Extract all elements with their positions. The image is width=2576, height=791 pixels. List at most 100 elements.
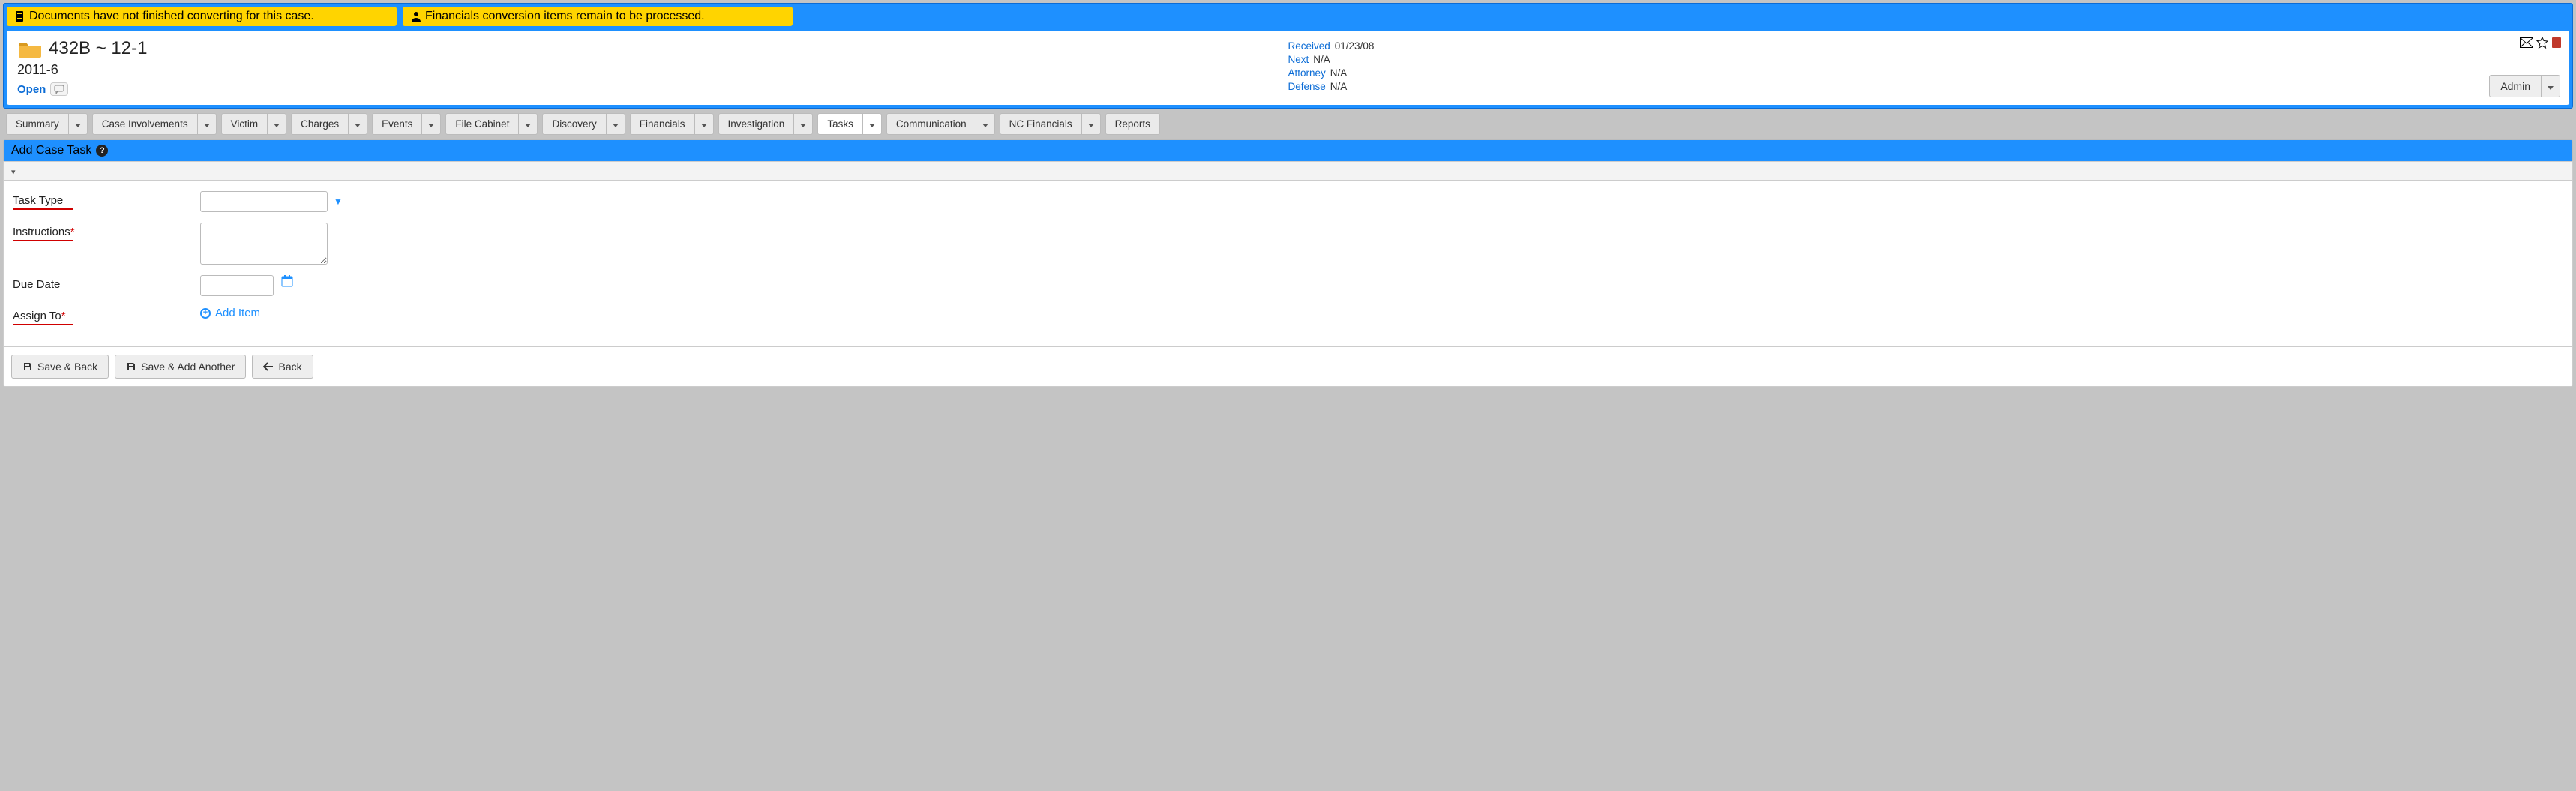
save-icon [22,361,33,372]
due-date-input[interactable] [200,275,274,296]
tab-tasks-label[interactable]: Tasks [817,113,863,135]
form-area: Task Type ▼ Instructions* Due Date Assig… [3,181,2573,347]
tab-tasks[interactable]: Tasks [817,113,882,135]
tab-involvements-label[interactable]: Case Involvements [92,113,198,135]
meta-received-label[interactable]: Received [1288,40,1330,52]
tab-discovery-label[interactable]: Discovery [542,113,606,135]
chevron-down-icon [525,124,531,127]
instructions-textarea[interactable] [200,223,328,265]
section-header: Add Case Task ? [3,139,2573,161]
add-item-link[interactable]: + Add Item [200,307,260,319]
tab-communication-caret[interactable] [976,113,995,135]
tab-ncfinancials-label[interactable]: NC Financials [1000,113,1082,135]
tab-involvements[interactable]: Case Involvements [92,113,217,135]
chevron-down-icon [982,124,988,127]
back-label: Back [278,361,301,373]
calendar-icon[interactable] [281,275,293,289]
tab-discovery[interactable]: Discovery [542,113,625,135]
alert-financials: Financials conversion items remain to be… [403,7,793,26]
tab-ncfinancials[interactable]: NC Financials [1000,113,1101,135]
chevron-down-icon [869,124,875,127]
save-back-button[interactable]: Save & Back [11,355,109,379]
tab-communication-label[interactable]: Communication [886,113,976,135]
mail-icon[interactable] [2520,37,2533,48]
tab-charges-caret[interactable] [349,113,367,135]
admin-button-caret[interactable] [2542,75,2560,97]
collapse-bar[interactable]: ▾ [3,161,2573,181]
label-task-type: Task Type [13,191,200,207]
tab-charges[interactable]: Charges [291,113,367,135]
case-header-card: 432B ~ 12-1 2011-6 Open Received01/23/08… [7,31,2569,105]
meta-attorney-val: N/A [1330,67,1348,79]
tab-victim[interactable]: Victim [221,113,287,135]
tab-investigation[interactable]: Investigation [718,113,814,135]
meta-next-val: N/A [1313,54,1330,65]
tab-summary[interactable]: Summary [6,113,88,135]
alert-financials-text: Financials conversion items remain to be… [425,10,705,23]
chevron-down-icon [800,124,806,127]
add-item-label: Add Item [215,307,260,319]
tab-investigation-label[interactable]: Investigation [718,113,795,135]
tab-filecabinet-label[interactable]: File Cabinet [445,113,519,135]
meta-next-label[interactable]: Next [1288,54,1309,65]
document-icon [14,10,26,22]
tab-filecabinet-caret[interactable] [519,113,538,135]
tab-financials-label[interactable]: Financials [630,113,695,135]
book-icon[interactable] [2551,37,2562,49]
tab-events-caret[interactable] [422,113,441,135]
tab-events-label[interactable]: Events [372,113,422,135]
save-add-label: Save & Add Another [141,361,235,373]
tab-ncfinancials-caret[interactable] [1082,113,1101,135]
admin-button[interactable]: Admin [2489,75,2560,97]
tab-summary-caret[interactable] [69,113,88,135]
chevron-down-icon [701,124,707,127]
chevron-down-icon [428,124,434,127]
chevron-down-icon [204,124,210,127]
case-status[interactable]: Open [17,83,46,96]
task-type-caret[interactable]: ▼ [334,196,343,207]
tab-reports[interactable]: Reports [1105,113,1160,135]
chevron-down-icon [355,124,361,127]
tab-communication[interactable]: Communication [886,113,995,135]
admin-button-label[interactable]: Admin [2489,75,2542,97]
chevron-down-icon [274,124,280,127]
tab-bar: Summary Case Involvements Victim Charges… [3,109,2573,139]
task-type-select[interactable] [200,191,328,212]
button-row: Save & Back Save & Add Another Back [3,347,2573,387]
tab-summary-label[interactable]: Summary [6,113,69,135]
tab-discovery-caret[interactable] [607,113,625,135]
help-icon[interactable]: ? [96,145,108,157]
tab-financials-caret[interactable] [695,113,714,135]
save-back-label: Save & Back [37,361,97,373]
tab-financials[interactable]: Financials [630,113,714,135]
tab-filecabinet[interactable]: File Cabinet [445,113,538,135]
tab-victim-label[interactable]: Victim [221,113,268,135]
alert-documents-text: Documents have not finished converting f… [29,10,314,23]
back-button[interactable]: Back [252,355,313,379]
case-status-badge[interactable] [50,82,68,96]
chat-icon [54,85,64,94]
tab-tasks-caret[interactable] [863,113,882,135]
meta-received-val: 01/23/08 [1335,40,1375,52]
chevron-down-icon: ▾ [11,167,16,177]
chevron-down-icon [75,124,81,127]
save-add-another-button[interactable]: Save & Add Another [115,355,246,379]
label-instructions: Instructions* [13,223,200,238]
chevron-down-icon [1088,124,1094,127]
chevron-down-icon [2548,86,2554,90]
tab-reports-label[interactable]: Reports [1105,113,1160,135]
meta-attorney-label[interactable]: Attorney [1288,67,1326,79]
star-icon[interactable] [2536,37,2548,49]
folder-icon [17,38,43,59]
meta-defense-label[interactable]: Defense [1288,81,1326,92]
label-due-date: Due Date [13,275,200,291]
case-title: 432B ~ 12-1 [49,38,147,59]
arrow-left-icon [263,362,274,371]
tab-victim-caret[interactable] [268,113,286,135]
label-assign-to: Assign To* [13,307,200,322]
alert-documents: Documents have not finished converting f… [7,7,397,26]
tab-charges-label[interactable]: Charges [291,113,349,135]
tab-involvements-caret[interactable] [198,113,217,135]
tab-events[interactable]: Events [372,113,441,135]
tab-investigation-caret[interactable] [794,113,813,135]
